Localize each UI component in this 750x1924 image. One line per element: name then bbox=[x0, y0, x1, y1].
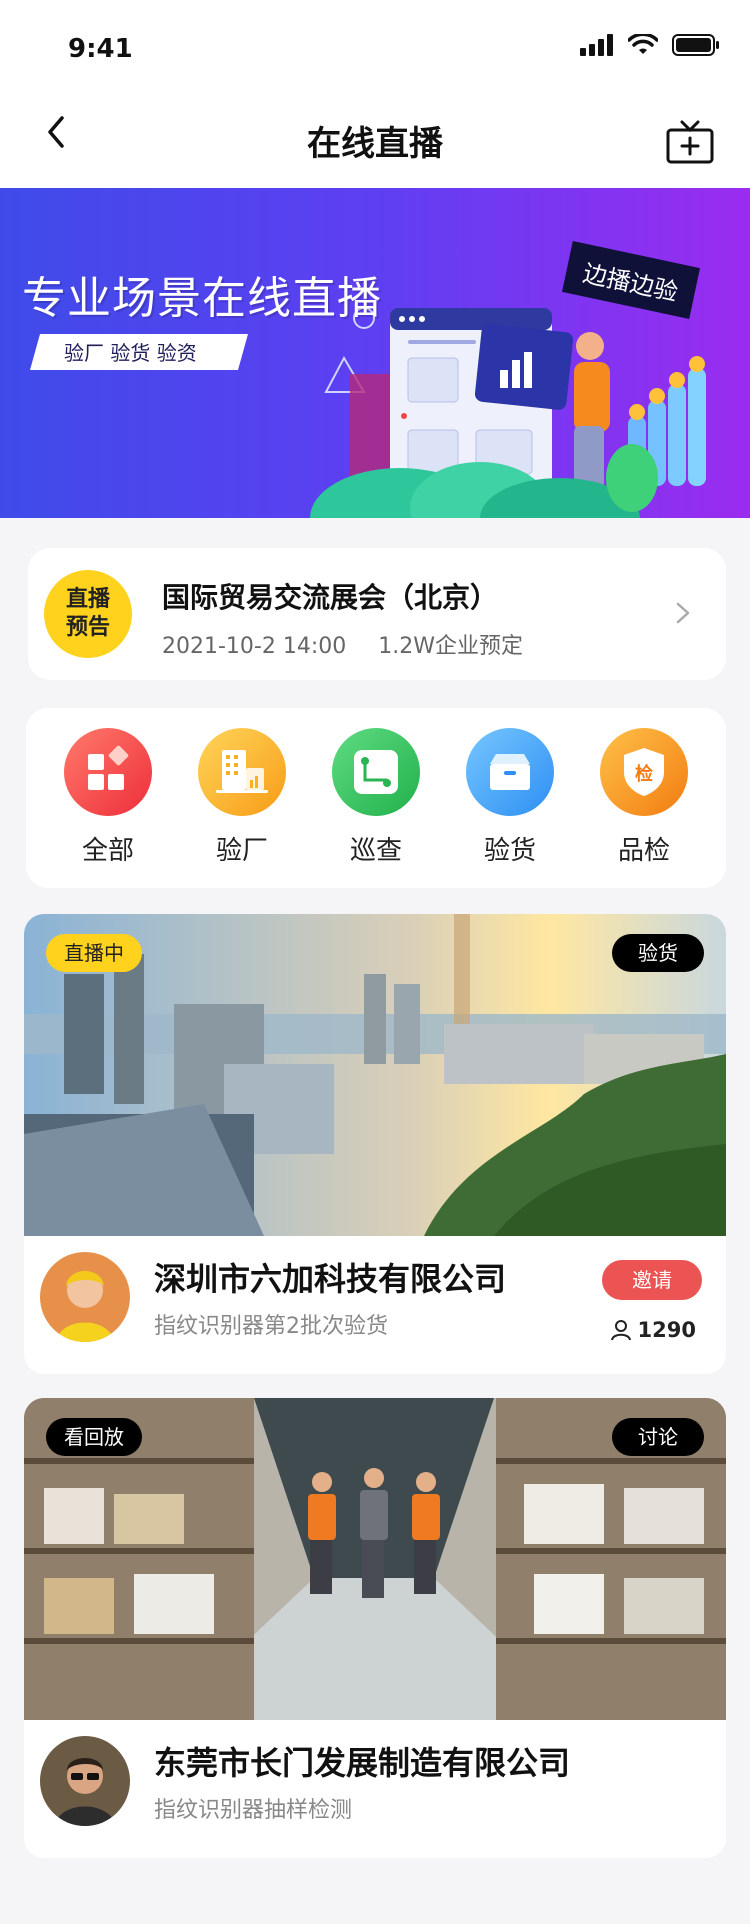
category-label: 验货 bbox=[483, 836, 536, 866]
user-icon bbox=[610, 1320, 631, 1341]
category-label: 巡查 bbox=[349, 836, 402, 866]
stream-card[interactable]: 直播中 验货 深圳市六加科技有限公司 指纹识别器第2批次验货 邀请 1290 bbox=[24, 914, 726, 1374]
stream-thumbnail[interactable]: 看回放 讨论 bbox=[24, 1398, 726, 1720]
stream-category-tag: 讨论 bbox=[612, 1418, 704, 1456]
battery-icon bbox=[672, 34, 719, 56]
preview-badge-line2: 预告 bbox=[65, 615, 110, 640]
category-label: 品检 bbox=[617, 836, 670, 866]
chevron-right-icon bbox=[676, 602, 690, 624]
preview-badge-line1: 直播 bbox=[65, 587, 110, 612]
category-patrol[interactable]: 巡查 bbox=[326, 728, 426, 867]
company-name: 深圳市六加科技有限公司 bbox=[154, 1260, 507, 1298]
avatar bbox=[40, 1252, 130, 1342]
status-time: 9:41 bbox=[68, 34, 133, 64]
category-factory[interactable]: 验厂 bbox=[192, 728, 292, 867]
banner-chip: 验厂 验货 验资 bbox=[30, 334, 248, 370]
stream-subtitle: 指纹识别器抽样检测 bbox=[154, 1798, 353, 1823]
inspect-shield-icon: 检 bbox=[600, 728, 688, 816]
replay-status-tag: 看回放 bbox=[46, 1418, 142, 1456]
category-panel: 全部 验厂 巡查 验货 检 品检 bbox=[26, 708, 726, 888]
avatar bbox=[40, 1736, 130, 1826]
nav-header: 在线直播 bbox=[0, 92, 750, 188]
page-title: 在线直播 bbox=[307, 124, 443, 164]
preview-title: 国际贸易交流展会（北京） bbox=[162, 581, 499, 614]
category-label: 验厂 bbox=[215, 836, 268, 866]
viewer-count: 1290 bbox=[610, 1318, 696, 1342]
box-icon bbox=[466, 728, 554, 816]
factory-icon bbox=[198, 728, 286, 816]
category-label: 全部 bbox=[81, 836, 134, 866]
viewer-count-value: 1290 bbox=[637, 1318, 696, 1342]
preview-datetime: 2021-10-2 14:00 bbox=[162, 634, 347, 659]
category-goods[interactable]: 验货 bbox=[460, 728, 560, 867]
svg-text:检: 检 bbox=[635, 763, 653, 785]
invite-button[interactable]: 邀请 bbox=[602, 1260, 702, 1300]
status-bar: 9:41 bbox=[0, 0, 750, 92]
live-status-tag: 直播中 bbox=[46, 934, 142, 972]
stream-card[interactable]: 看回放 讨论 东莞市长门发展制造有限公司 指纹识别器抽样检测 bbox=[24, 1398, 726, 1858]
category-all[interactable]: 全部 bbox=[58, 728, 158, 867]
preview-reservations: 1.2W企业预定 bbox=[378, 634, 523, 659]
status-icons bbox=[580, 34, 720, 56]
company-name: 东莞市长门发展制造有限公司 bbox=[154, 1744, 571, 1782]
banner-title: 专业场景在线直播 bbox=[22, 273, 382, 324]
stream-subtitle: 指纹识别器第2批次验货 bbox=[154, 1314, 388, 1339]
grid-icon bbox=[64, 728, 152, 816]
tv-add-icon[interactable] bbox=[666, 120, 714, 164]
live-preview-card[interactable]: 直播 预告 国际贸易交流展会（北京） 2021-10-2 14:00 1.2W企… bbox=[28, 548, 726, 680]
preview-badge: 直播 预告 bbox=[44, 570, 132, 658]
signal-icon bbox=[580, 34, 613, 56]
wifi-icon bbox=[628, 34, 658, 54]
route-icon bbox=[332, 728, 420, 816]
category-quality[interactable]: 检 品检 bbox=[594, 728, 694, 867]
stream-category-tag: 验货 bbox=[612, 934, 704, 972]
banner-chip-text: 验厂 验货 验资 bbox=[64, 341, 197, 365]
preview-meta: 2021-10-2 14:00 1.2W企业预定 bbox=[162, 628, 523, 660]
promo-banner[interactable]: 专业场景在线直播 验厂 验货 验资 边播边验 bbox=[0, 188, 750, 518]
stream-thumbnail[interactable]: 直播中 验货 bbox=[24, 914, 726, 1236]
